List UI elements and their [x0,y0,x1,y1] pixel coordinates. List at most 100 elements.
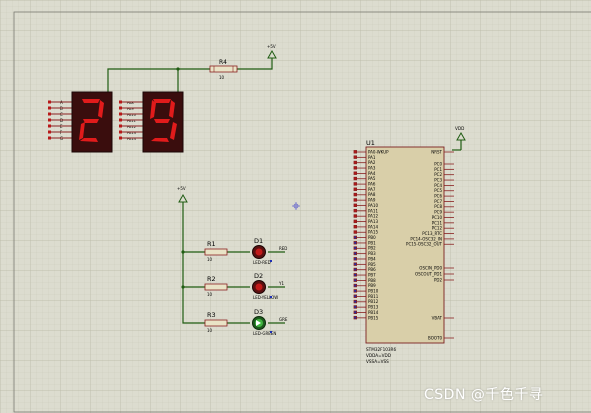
mcu-left-pin-marker [353,257,357,261]
mcu-left-pin-marker [353,203,357,207]
mcu-right-pin-label: PC15-OSC32_OUT [406,242,442,247]
mcu-left-pin-marker [353,219,357,224]
csdn-watermark: CSDN @千色千寻 [424,387,544,403]
mcu-right-pin-label: PC3 [434,177,442,182]
mcu-stm32[interactable]: U1 PA0-WKUPPA1PA2PA3PA4PA5PA6PA7PA8PA9PA… [353,139,454,364]
mcu-left-pin-marker [353,278,357,282]
mcu-left-pin-label: PA5 [368,176,376,181]
mcu-left-pin-label: PA9 [368,198,376,203]
power-5v-led-label: +5V [177,186,186,191]
mcu-left-pin-label: PA10 [368,203,378,208]
mcu-left-pin-label: PB5 [368,262,376,267]
mcu-right-pin-label: NRST [431,149,442,154]
mcu-right-pin-label: PC12 [432,226,443,231]
mcu-ref: U1 [366,139,375,147]
mcu-left-pin-label: PB9 [368,283,376,288]
mcu-left-pin-label: PA11 [368,208,378,213]
mcu-right-pin-label: PC4 [434,183,442,188]
mcu-left-pin-marker [353,187,357,191]
r4-value: 10 [219,75,225,80]
mcu-left-pin-label: PB3 [368,251,376,256]
mcu-right-pin-label: PC9 [434,210,442,215]
mcu-left-pin-marker [353,315,357,320]
mcu-left-pin-label: PB12 [368,299,379,304]
d3-name: LED-GREEN [253,331,276,336]
mcu-left-pin-marker [353,192,357,197]
mcu-note-vssa: VSSA=VSS [366,359,389,364]
d1-net: RED [279,246,287,251]
mcu-left-pin-label: PA13 [368,219,378,224]
r2-value: 10 [207,292,213,297]
r2-ref: R2 [207,275,216,283]
mcu-left-pin-marker [353,267,357,272]
mcu-left-pin-label: PA7 [368,187,376,192]
mcu-left-pin-marker [353,208,357,213]
mcu-left-pin-label: PB8 [368,278,376,283]
d2-net: Y1 [278,281,284,286]
mcu-right-pin-label: OSCIN_PD0 [419,265,442,270]
mcu-left-pin-marker [353,294,357,298]
mcu-right-pin-label: BOOT0 [428,335,442,340]
mcu-left-pin-label: PA12 [368,214,378,219]
mcu-left-pin-label: PA4 [368,171,376,176]
d1-name: LED-RED [253,260,271,265]
mcu-left-pin-marker [353,166,357,170]
mcu-left-pin-label: PB11 [368,294,379,299]
r4-ref: R4 [219,59,227,66]
mcu-left-pin-marker [353,305,357,309]
mcu-left-pin-label: PA0-WKUP [368,149,389,154]
mcu-left-pin-label: PB0 [368,235,376,240]
mcu-left-pin-marker [353,150,357,154]
d3-net: GRE [279,317,288,322]
mcu-left-pin-marker [353,176,357,181]
d2-name: LED-YELLOW [253,295,278,300]
mcu-right-pin-label: PC5 [434,188,442,193]
mcu-left-pin-label: PB2 [368,246,376,251]
mcu-right-pin-label: PC7 [434,199,442,204]
mcu-right-pin-label: PC13_RTC [422,231,442,236]
mcu-right-pin-label: PC0 [434,161,442,166]
mcu-left-pin-marker [353,160,357,165]
mcu-part-name: STM32F103R6 [366,347,396,352]
schematic-canvas[interactable]: R4 10 +5V A B C D E F G [0,0,591,413]
mcu-left-pin-label: PA6 [368,182,376,187]
mcu-right-pin-label: PC11 [432,220,443,225]
mcu-left-pin-marker [353,299,357,304]
d2-ref: D2 [254,272,263,280]
mcu-right-pin-label: PC10 [432,215,443,220]
mcu-left-pin-label: PB6 [368,267,376,272]
mcu-left-pin-marker [353,251,357,256]
mcu-left-pin-label: PB7 [368,272,376,277]
mcu-right-pin-label: PD2 [434,277,442,282]
mcu-left-pin-label: PA3 [368,165,376,170]
mcu-right-pin-label: PC8 [434,204,442,209]
mcu-left-pin-marker [353,230,357,234]
mcu-left-pin-label: PA14 [368,224,378,229]
mcu-right-pin-label: PC14-OSC32_IN [410,236,442,241]
grid-background [0,0,591,413]
mcu-left-pin-label: PA15 [368,230,378,235]
mcu-left-pin-marker [353,310,357,314]
mcu-right-pin-label: VBAT [432,315,443,320]
mcu-left-pin-marker [353,171,357,175]
mcu-left-pin-marker [353,289,357,293]
mcu-left-pin-marker [353,246,357,250]
mcu-left-pin-marker [353,241,357,245]
mcu-left-pin-label: PA8 [368,192,376,197]
mcu-left-pin-label: PB4 [368,256,376,261]
mcu-left-pin-label: PB14 [368,310,379,315]
mcu-left-pin-marker [353,224,357,229]
d1-ref: D1 [254,237,263,245]
power-5v-top-label: +5V [267,44,276,49]
mcu-left-pin-marker [353,155,357,159]
mcu-left-pin-marker [353,262,357,266]
r3-ref: R3 [207,311,216,319]
mcu-left-pin-label: PB13 [368,305,379,310]
mcu-left-pin-label: PB1 [368,240,376,245]
vdd-label: VDD [455,126,464,131]
mcu-right-pin-label: PC2 [434,172,442,177]
r3-value: 10 [207,328,213,333]
mcu-left-pin-marker [353,235,357,240]
mcu-left-pin-label: PA2 [368,160,376,165]
mcu-right-pin-label: PC1 [434,167,442,172]
